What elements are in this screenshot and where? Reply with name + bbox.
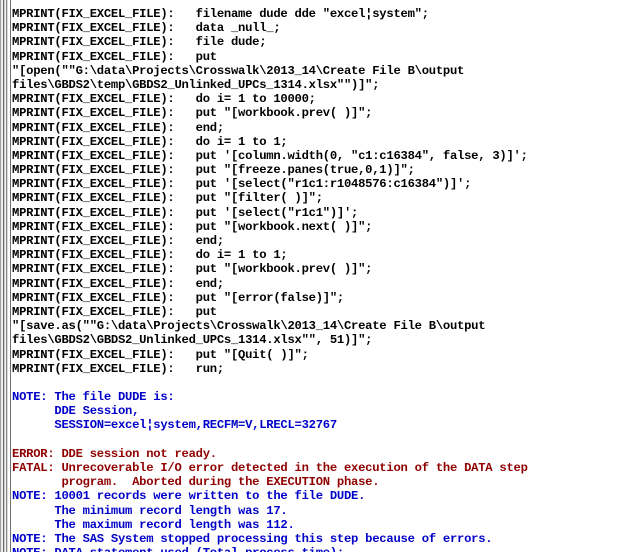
log-line-mprint: files\GBDS2\GBDS2_Unlinked_UPCs_1314.xls…	[12, 333, 373, 348]
log-line-mprint: MPRINT(FIX_EXCEL_FILE): put "[Quit( )]";	[12, 347, 309, 362]
log-line-fatal: FATAL: Unrecoverable I/O error detected …	[12, 461, 528, 475]
log-line-mprint: MPRINT(FIX_EXCEL_FILE): put "[error(fals…	[12, 290, 344, 305]
log-line-mprint: MPRINT(FIX_EXCEL_FILE): run;	[12, 361, 224, 376]
log-line-mprint: MPRINT(FIX_EXCEL_FILE): put '[select("r1…	[12, 177, 472, 192]
log-line-mprint: MPRINT(FIX_EXCEL_FILE): filename dude dd…	[12, 7, 429, 21]
log-line-mprint: MPRINT(FIX_EXCEL_FILE): put "[workbook.p…	[12, 262, 373, 277]
log-line-mprint: MPRINT(FIX_EXCEL_FILE): put	[12, 49, 217, 64]
log-line-mprint: "[open(""G:\data\Projects\Crosswalk\2013…	[12, 63, 465, 78]
log-line-blank	[12, 433, 626, 447]
log-line-mprint: MPRINT(FIX_EXCEL_FILE): do i= 1 to 10000…	[12, 92, 316, 107]
sas-log-window: MPRINT(FIX_EXCEL_FILE): filename dude dd…	[0, 0, 626, 552]
log-line-mprint: files\GBDS2\temp\GBDS2_Unlinked_UPCs_131…	[12, 77, 380, 92]
log-line-note: NOTE: The file DUDE is:	[12, 390, 175, 405]
log-line-mprint: MPRINT(FIX_EXCEL_FILE): put '[select("r1…	[12, 205, 359, 220]
log-line-fatal: program. Aborted during the EXECUTION ph…	[12, 475, 380, 490]
log-line-mprint: MPRINT(FIX_EXCEL_FILE): put "[workbook.p…	[12, 106, 373, 121]
log-line-note: NOTE: The SAS System stopped processing …	[12, 531, 493, 546]
log-line-note: NOTE: DATA statement used (Total process…	[12, 546, 626, 552]
log-line-mprint: MPRINT(FIX_EXCEL_FILE): put '[column.wid…	[12, 148, 528, 163]
log-line-note: The maximum record length was 112.	[12, 517, 295, 532]
log-line-mprint: MPRINT(FIX_EXCEL_FILE): put "[workbook.n…	[12, 219, 373, 234]
log-text-area[interactable]: MPRINT(FIX_EXCEL_FILE): filename dude dd…	[11, 0, 626, 552]
log-line-mprint: MPRINT(FIX_EXCEL_FILE): put "[filter( )]…	[12, 191, 323, 206]
left-bevel-gutter[interactable]	[0, 0, 11, 552]
log-line-note: SESSION=excel¦system,RECFM=V,LRECL=32767	[12, 418, 337, 433]
log-line-note: NOTE: 10001 records were written to the …	[12, 489, 366, 504]
log-line-mprint: "[save.as(""G:\data\Projects\Crosswalk\2…	[12, 319, 486, 334]
log-line-note: The minimum record length was 17.	[12, 503, 288, 518]
log-line-mprint: MPRINT(FIX_EXCEL_FILE): put	[12, 304, 217, 319]
log-line-blank	[12, 376, 626, 390]
log-line-error: ERROR: DDE session not ready.	[12, 446, 217, 461]
log-line-mprint: MPRINT(FIX_EXCEL_FILE): do i= 1 to 1;	[12, 248, 288, 263]
log-line-mprint: MPRINT(FIX_EXCEL_FILE): put "[freeze.pan…	[12, 163, 415, 178]
log-line-mprint: MPRINT(FIX_EXCEL_FILE): end;	[12, 234, 224, 248]
log-line-mprint: MPRINT(FIX_EXCEL_FILE): end;	[12, 276, 224, 291]
log-line-mprint: MPRINT(FIX_EXCEL_FILE): do i= 1 to 1;	[12, 134, 288, 149]
log-line-mprint: MPRINT(FIX_EXCEL_FILE): end;	[12, 120, 224, 135]
log-line-mprint: MPRINT(FIX_EXCEL_FILE): file dude;	[12, 35, 267, 50]
log-line-mprint: MPRINT(FIX_EXCEL_FILE): data _null_;	[12, 21, 281, 36]
log-line-note: DDE Session,	[12, 404, 140, 419]
